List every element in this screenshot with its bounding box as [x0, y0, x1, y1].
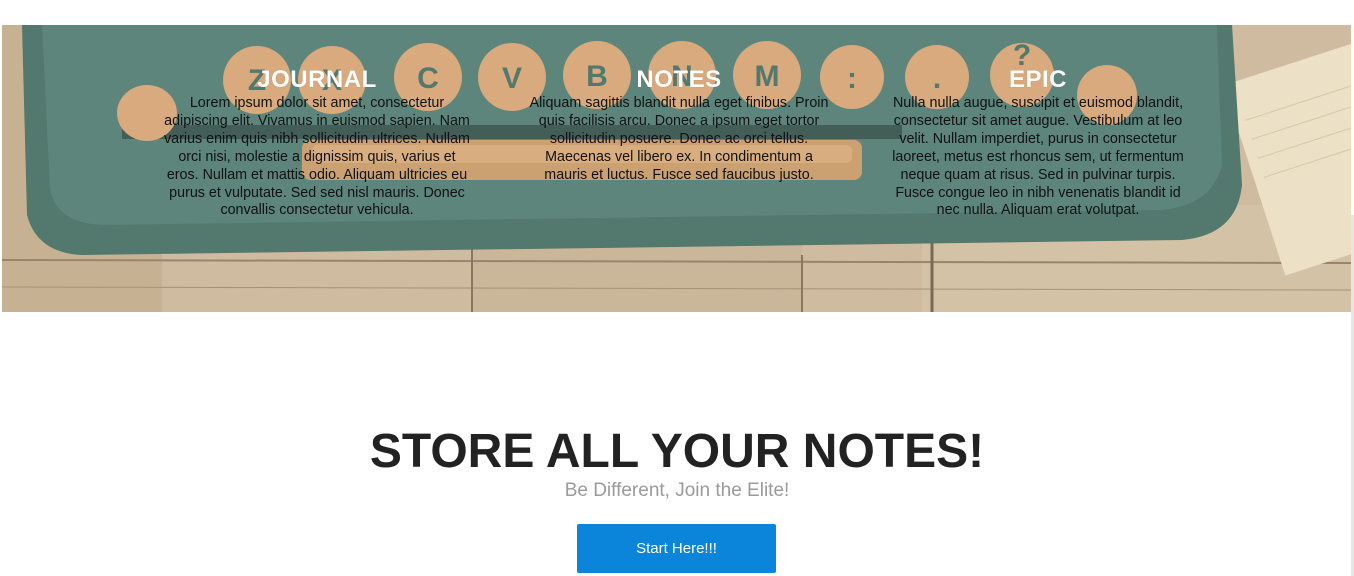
- notes-column: NOTES Aliquam sagittis blandit nulla ege…: [524, 25, 834, 185]
- epic-text: Nulla nulla augue, suscipit et euismod b…: [892, 95, 1184, 219]
- call-to-action-section: STORE ALL YOUR NOTES! Be Different, Join…: [0, 312, 1354, 576]
- hero-banner: Z X C V B N M : . ? JOURNAL Lorem ipsum …: [2, 25, 1351, 312]
- journal-text: Lorem ipsum dolor sit amet, consectetur …: [164, 95, 470, 219]
- start-here-button[interactable]: Start Here!!!: [577, 524, 776, 573]
- top-whitespace: [0, 0, 1354, 25]
- epic-column: EPIC Nulla nulla augue, suscipit et euis…: [883, 25, 1193, 220]
- cta-headline: STORE ALL YOUR NOTES!: [369, 425, 985, 478]
- journal-heading: JOURNAL: [257, 66, 377, 93]
- notes-text: Aliquam sagittis blandit nulla eget fini…: [529, 95, 829, 183]
- notes-heading: NOTES: [636, 66, 722, 93]
- epic-heading: EPIC: [1008, 66, 1067, 93]
- cta-subheadline: Be Different, Join the Elite!: [564, 480, 790, 501]
- journal-column: JOURNAL Lorem ipsum dolor sit amet, cons…: [162, 25, 472, 220]
